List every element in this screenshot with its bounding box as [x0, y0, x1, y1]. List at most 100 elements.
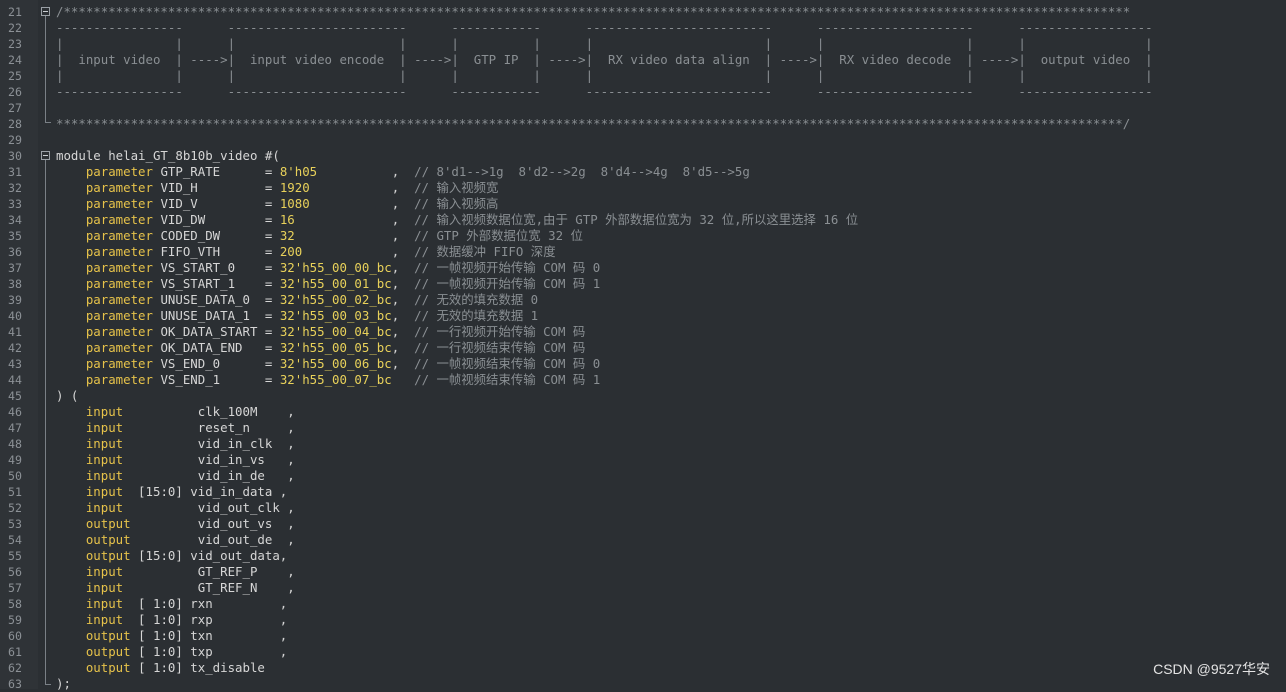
code-line[interactable]: ----------------- ----------------------… — [56, 20, 1153, 36]
line-number: 43 — [8, 357, 22, 371]
line-number: 29 — [8, 133, 22, 147]
code-line[interactable]: input vid_in_clk , — [56, 436, 295, 452]
code-editor[interactable]: 21 22 23 24 25 26 27 28 29 30 31 32 33 34 35 36 37 38 39 40… — [0, 0, 1286, 692]
code-token: OK_DATA_START = — [152, 324, 280, 339]
code-line[interactable]: parameter UNUSE_DATA_1 = 32'h55_00_03_bc… — [56, 308, 538, 324]
comment-token: | input video | ---->| input video encod… — [56, 52, 1153, 67]
code-token: [ 1:0] rxn , — [123, 596, 288, 611]
keyword-token: parameter — [56, 356, 153, 371]
line-number: 40 — [8, 309, 22, 323]
line-number: 56 — [8, 565, 22, 579]
code-line[interactable]: ****************************************… — [56, 116, 1130, 132]
line-number: 27 — [8, 101, 22, 115]
code-token: , — [294, 212, 415, 227]
number-token: 1920 — [279, 180, 310, 195]
line-number: 59 — [8, 613, 22, 627]
line-number: 49 — [8, 453, 22, 467]
code-line[interactable]: ); — [56, 676, 71, 692]
code-line[interactable]: input [15:0] vid_in_data , — [56, 484, 287, 500]
code-token: [ 1:0] rxp , — [123, 612, 288, 627]
keyword-token: parameter — [56, 308, 153, 323]
code-token: , — [309, 180, 415, 195]
code-line[interactable]: parameter VID_DW = 16 , // 输入视频数据位宽,由于 G… — [56, 212, 858, 228]
comment-token: // 一帧视频结束传输 COM 码 1 — [414, 372, 601, 387]
code-line[interactable]: parameter VID_H = 1920 , // 输入视频宽 — [56, 180, 499, 196]
code-line[interactable]: input [ 1:0] rxp , — [56, 612, 287, 628]
number-token: 32'h55_00_02_bc — [279, 292, 392, 307]
comment-token: // 输入视频高 — [414, 196, 499, 211]
code-line[interactable]: input vid_in_vs , — [56, 452, 295, 468]
code-line[interactable]: input GT_REF_N , — [56, 580, 295, 596]
code-token: UNUSE_DATA_1 = — [152, 308, 280, 323]
code-line[interactable]: | | | | | | | | | | | | — [56, 68, 1153, 84]
code-line[interactable]: input reset_n , — [56, 420, 295, 436]
code-token: VS_END_1 = — [152, 372, 280, 387]
code-line[interactable]: | | | | | | | | | | | | — [56, 36, 1153, 52]
code-line[interactable]: parameter VS_START_0 = 32'h55_00_00_bc, … — [56, 260, 600, 276]
number-token: 32'h55_00_05_bc — [279, 340, 392, 355]
line-number: 21 — [8, 5, 22, 19]
fold-toggle-icon[interactable] — [41, 7, 50, 16]
code-token: , — [391, 308, 415, 323]
keyword-token: input — [56, 404, 124, 419]
number-token: 32'h55_00_01_bc — [279, 276, 392, 291]
code-line[interactable]: parameter VS_END_1 = 32'h55_00_07_bc // … — [56, 372, 600, 388]
line-number: 55 — [8, 549, 22, 563]
code-line[interactable]: input vid_in_de , — [56, 468, 295, 484]
line-number-gutter: 21 22 23 24 25 26 27 28 29 30 31 32 33 34 35 36 37 38 39 40… — [0, 0, 39, 691]
code-line[interactable]: /***************************************… — [56, 4, 1130, 20]
code-line[interactable]: ) ( — [56, 388, 78, 404]
comment-token: // GTP 外部数据位宽 32 位 — [414, 228, 583, 243]
code-line[interactable]: output [ 1:0] tx_disable — [56, 660, 265, 676]
keyword-token: input — [56, 420, 124, 435]
code-line[interactable]: parameter VS_START_1 = 32'h55_00_01_bc, … — [56, 276, 600, 292]
code-line[interactable]: parameter OK_DATA_END = 32'h55_00_05_bc,… — [56, 340, 585, 356]
code-line[interactable]: output vid_out_de , — [56, 532, 295, 548]
fold-toggle-icon[interactable] — [41, 151, 50, 160]
code-line[interactable]: parameter UNUSE_DATA_0 = 32'h55_00_02_bc… — [56, 292, 538, 308]
line-number: 46 — [8, 405, 22, 419]
code-line[interactable]: input [ 1:0] rxn , — [56, 596, 287, 612]
number-token: 32'h55_00_03_bc — [279, 308, 392, 323]
fold-end-marker — [45, 684, 51, 685]
comment-token: // 一行视频开始传输 COM 码 — [414, 324, 586, 339]
code-line[interactable]: input GT_REF_P , — [56, 564, 295, 580]
code-line[interactable]: input clk_100M , — [56, 404, 295, 420]
line-number: 31 — [8, 165, 22, 179]
keyword-token: parameter — [56, 292, 153, 307]
line-number: 57 — [8, 581, 22, 595]
code-line[interactable]: output [ 1:0] txp , — [56, 644, 287, 660]
code-token: , — [391, 340, 415, 355]
code-token: , — [391, 276, 415, 291]
code-line[interactable]: output [ 1:0] txn , — [56, 628, 287, 644]
code-line[interactable]: parameter CODED_DW = 32 , // GTP 外部数据位宽 … — [56, 228, 583, 244]
line-number: 36 — [8, 245, 22, 259]
code-line[interactable]: module helai_GT_8b10b_video #( — [56, 148, 280, 164]
code-line[interactable]: parameter VID_V = 1080 , // 输入视频高 — [56, 196, 499, 212]
code-line[interactable]: | input video | ---->| input video encod… — [56, 52, 1153, 68]
code-line[interactable]: parameter OK_DATA_START = 32'h55_00_04_b… — [56, 324, 585, 340]
code-line[interactable]: parameter VS_END_0 = 32'h55_00_06_bc, //… — [56, 356, 600, 372]
code-line[interactable]: parameter GTP_RATE = 8'h05 , // 8'd1-->1… — [56, 164, 750, 180]
line-number: 63 — [8, 677, 22, 691]
code-line[interactable]: output vid_out_vs , — [56, 516, 295, 532]
line-number: 23 — [8, 37, 22, 51]
code-token: , — [294, 228, 415, 243]
keyword-token: output — [56, 548, 131, 563]
code-token: , — [391, 356, 415, 371]
code-line[interactable]: ----------------- ----------------------… — [56, 84, 1153, 100]
code-token: OK_DATA_END = — [152, 340, 280, 355]
number-token: 32'h55_00_04_bc — [279, 324, 392, 339]
code-line[interactable]: output [15:0] vid_out_data, — [56, 548, 287, 564]
code-token: VID_H = — [152, 180, 280, 195]
keyword-token: input — [56, 596, 124, 611]
line-number: 33 — [8, 197, 22, 211]
comment-token: // 输入视频宽 — [414, 180, 499, 195]
fold-end-marker — [45, 122, 51, 123]
line-number: 53 — [8, 517, 22, 531]
code-line[interactable]: parameter FIFO_VTH = 200 , // 数据缓冲 FIFO … — [56, 244, 556, 260]
comment-token: // 数据缓冲 FIFO 深度 — [414, 244, 556, 259]
line-number: 48 — [8, 437, 22, 451]
code-line[interactable]: input vid_out_clk , — [56, 500, 295, 516]
